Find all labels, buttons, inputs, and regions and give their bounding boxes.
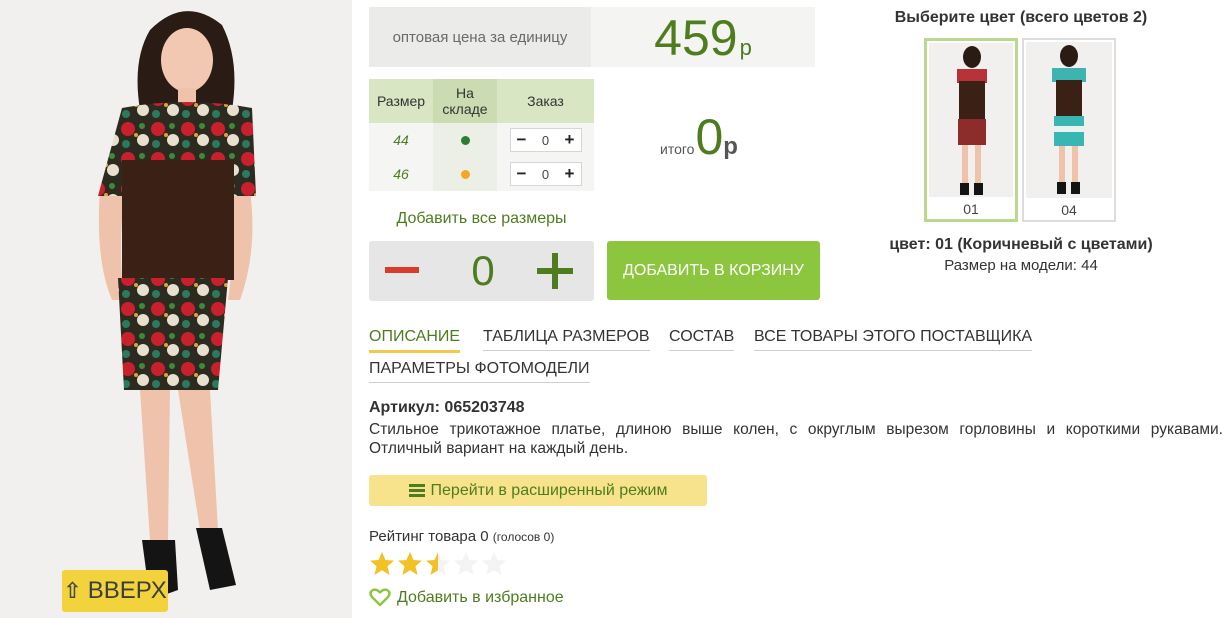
total-quantity-control: 0	[369, 241, 594, 301]
color-thumbnail	[1026, 42, 1112, 198]
tab-composition[interactable]: СОСТАВ	[669, 328, 735, 351]
tab-model-parameters[interactable]: ПАРАМЕТРЫ ФОТОМОДЕЛИ	[369, 360, 590, 383]
stock-dot-icon	[460, 136, 470, 145]
product-rating: Рейтинг товара 0 (голосов 0)	[369, 528, 555, 545]
stock-indicator	[433, 157, 497, 191]
color-thumbnail	[929, 43, 1013, 197]
product-description: Стильное трикотажное платье, длиною выше…	[369, 421, 1223, 457]
star-icon[interactable]	[453, 551, 479, 577]
stock-column-header: На складе	[433, 79, 497, 123]
model-figure	[98, 11, 256, 600]
heart-icon	[369, 588, 391, 607]
list-icon	[408, 484, 425, 497]
price-value: 459 р	[591, 7, 815, 67]
increase-button[interactable]: +	[565, 164, 575, 184]
stock-dot-icon	[460, 170, 470, 179]
increase-button[interactable]: +	[565, 130, 575, 150]
total-quantity-value[interactable]: 0	[459, 241, 507, 301]
price-label: оптовая цена за единицу	[369, 7, 591, 67]
star-icon[interactable]	[481, 551, 507, 577]
stepper-value[interactable]: 0	[542, 167, 549, 182]
increase-all-button[interactable]	[537, 253, 573, 289]
arrow-up-icon: ⇧	[63, 578, 82, 603]
star-icon[interactable]	[397, 551, 423, 577]
add-to-favorites-link[interactable]: Добавить в избранное	[369, 588, 564, 607]
order-total: итого 0 р	[660, 109, 738, 165]
size-table: Размер На складе Заказ 44 − 0 + 46 − 0 +	[369, 79, 594, 191]
tab-description[interactable]: ОПИСАНИЕ	[369, 328, 461, 353]
color-code: 04	[1061, 202, 1077, 218]
stock-indicator	[433, 123, 497, 157]
size-column-header: Размер	[369, 79, 433, 123]
quantity-stepper[interactable]: − 0 +	[509, 128, 582, 152]
quantity-stepper[interactable]: − 0 +	[509, 162, 582, 186]
add-all-sizes-link[interactable]: Добавить все размеры	[369, 210, 594, 228]
advanced-mode-button[interactable]: Перейти в расширенный режим	[369, 475, 707, 506]
size-value: 46	[369, 157, 433, 191]
star-icon[interactable]	[369, 551, 395, 577]
color-option-04[interactable]: 04	[1022, 38, 1116, 222]
color-code: 01	[963, 201, 979, 217]
add-to-cart-button[interactable]: ДОБАВИТЬ В КОРЗИНУ	[607, 241, 820, 300]
decrease-all-button[interactable]	[385, 267, 419, 273]
selected-color-name: цвет: 01 (Коричневый с цветами)	[889, 236, 1153, 253]
decrease-button[interactable]: −	[517, 164, 527, 184]
size-row: 46 − 0 +	[369, 157, 594, 191]
star-icon[interactable]	[425, 551, 451, 577]
tab-size-table[interactable]: ТАБЛИЦА РАЗМЕРОВ	[483, 328, 650, 351]
size-value: 44	[369, 123, 433, 157]
order-column-header: Заказ	[497, 79, 594, 123]
rating-stars[interactable]	[369, 551, 511, 579]
product-photo: ⇧ ВВЕРХ	[0, 0, 352, 618]
stepper-value[interactable]: 0	[542, 133, 549, 148]
decrease-button[interactable]: −	[517, 130, 527, 150]
size-row: 44 − 0 +	[369, 123, 594, 157]
color-option-01[interactable]: 01	[924, 38, 1018, 222]
tab-supplier-products[interactable]: ВСЕ ТОВАРЫ ЭТОГО ПОСТАВЩИКА	[754, 328, 1033, 351]
color-picker-title: Выберите цвет (всего цветов 2)	[894, 9, 1148, 26]
model-size: Размер на модели: 44	[944, 257, 1098, 274]
article-number: Артикул: 065203748	[369, 399, 525, 416]
scroll-up-button[interactable]: ⇧ ВВЕРХ	[62, 570, 168, 612]
